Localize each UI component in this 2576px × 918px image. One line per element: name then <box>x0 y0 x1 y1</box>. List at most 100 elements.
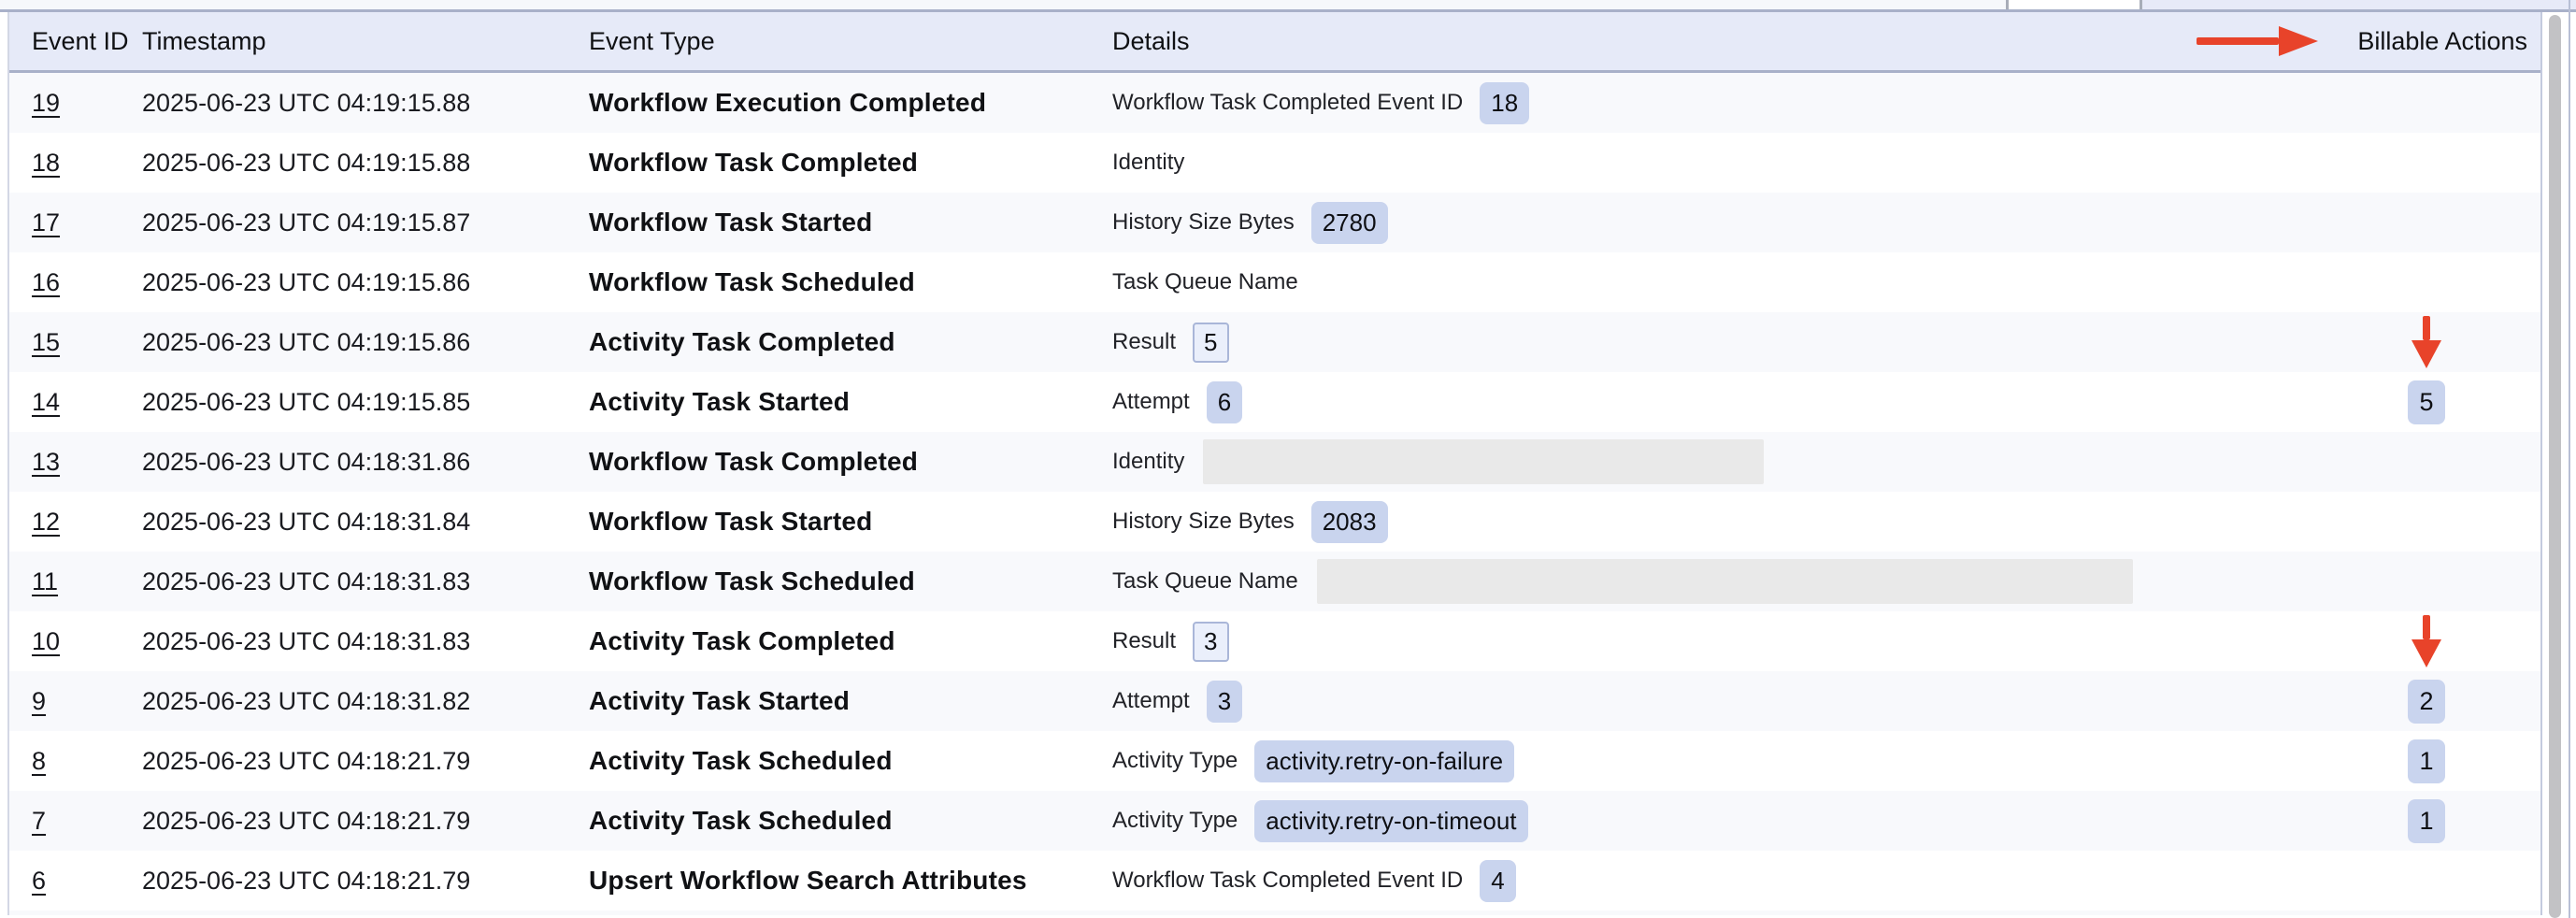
billable-count-badge: 5 <box>2408 380 2445 424</box>
detail-label: Result <box>1112 329 1176 355</box>
event-details: Workflow Task Completed Event ID 4 <box>1112 860 2312 902</box>
annotation-arrow-down-icon <box>2411 615 2441 667</box>
timestamp-text: 2025-06-23 UTC 04:18:21.79 <box>142 867 470 895</box>
event-details: Attempt 3 <box>1112 681 2312 723</box>
event-details: History Size Bytes 2083 <box>1112 501 2312 543</box>
header-event-id: Event ID <box>9 27 142 56</box>
annotation-arrow-right-icon <box>2197 12 2318 70</box>
table-row: 11 2025-06-23 UTC 04:18:31.83 Workflow T… <box>9 552 2540 611</box>
billable-actions-cell <box>2312 611 2540 671</box>
event-id-link[interactable]: 9 <box>32 687 46 715</box>
timestamp-text: 2025-06-23 UTC 04:18:31.83 <box>142 567 470 595</box>
table-row: 12 2025-06-23 UTC 04:18:31.84 Workflow T… <box>9 492 2540 552</box>
timestamp-text: 2025-06-23 UTC 04:19:15.87 <box>142 208 470 237</box>
event-type-text: Upsert Workflow Search Attributes <box>589 866 1027 895</box>
table-body: 19 2025-06-23 UTC 04:19:15.88 Workflow E… <box>9 73 2540 911</box>
detail-label: Result <box>1112 628 1176 654</box>
timestamp-text: 2025-06-23 UTC 04:18:31.82 <box>142 687 470 715</box>
billable-actions-cell <box>2312 133 2540 193</box>
detail-value-badge: 18 <box>1480 82 1529 124</box>
billable-actions-cell <box>2312 432 2540 492</box>
table-row: 10 2025-06-23 UTC 04:18:31.83 Activity T… <box>9 611 2540 671</box>
table-row: 15 2025-06-23 UTC 04:19:15.86 Activity T… <box>9 312 2540 372</box>
event-type-text: Workflow Task Scheduled <box>589 267 915 296</box>
event-id-link[interactable]: 19 <box>32 89 60 117</box>
event-details: Result 3 <box>1112 622 2312 662</box>
event-id-link[interactable]: 8 <box>32 747 46 775</box>
header-event-type: Event Type <box>589 27 1112 56</box>
strip-segment-left <box>0 0 2006 9</box>
event-id-link[interactable]: 14 <box>32 388 60 416</box>
header-billable-actions: Billable Actions <box>2312 12 2540 70</box>
event-details: Identity <box>1112 439 2312 484</box>
event-type-text: Activity Task Completed <box>589 626 895 655</box>
event-id-link[interactable]: 12 <box>32 508 60 536</box>
table-row: 13 2025-06-23 UTC 04:18:31.86 Workflow T… <box>9 432 2540 492</box>
detail-value-badge: activity.retry-on-failure <box>1254 740 1514 782</box>
event-id-link[interactable]: 18 <box>32 149 60 177</box>
redacted-value-block <box>1203 439 1764 484</box>
detail-value-badge: 5 <box>1193 323 1228 363</box>
detail-label: Task Queue Name <box>1112 568 1298 595</box>
billable-actions-cell <box>2312 851 2540 911</box>
event-details: Result 5 <box>1112 323 2312 363</box>
timestamp-text: 2025-06-23 UTC 04:18:31.83 <box>142 627 470 655</box>
event-type-text: Workflow Execution Completed <box>589 88 986 117</box>
event-id-link[interactable]: 17 <box>32 208 60 237</box>
table-row: 9 2025-06-23 UTC 04:18:31.82 Activity Ta… <box>9 671 2540 731</box>
window-right-edge <box>2569 0 2570 918</box>
table-row: 19 2025-06-23 UTC 04:19:15.88 Workflow E… <box>9 73 2540 133</box>
detail-value-badge: 3 <box>1193 622 1228 662</box>
event-type-text: Workflow Task Scheduled <box>589 567 915 595</box>
event-id-link[interactable]: 7 <box>32 807 46 835</box>
timestamp-text: 2025-06-23 UTC 04:19:15.88 <box>142 89 470 117</box>
billable-actions-cell <box>2312 73 2540 133</box>
detail-value-badge: activity.retry-on-timeout <box>1254 800 1527 842</box>
redacted-value-block <box>1317 559 2133 604</box>
timestamp-text: 2025-06-23 UTC 04:18:21.79 <box>142 807 470 835</box>
detail-label: Attempt <box>1112 688 1190 714</box>
event-details: History Size Bytes 2780 <box>1112 202 2312 244</box>
event-details: Attempt 6 <box>1112 381 2312 423</box>
table-row: 6 2025-06-23 UTC 04:18:21.79 Upsert Work… <box>9 851 2540 911</box>
billable-actions-cell <box>2312 552 2540 611</box>
detail-value-badge: 2780 <box>1311 202 1388 244</box>
detail-label: Activity Type <box>1112 808 1238 834</box>
timestamp-text: 2025-06-23 UTC 04:19:15.86 <box>142 268 470 296</box>
detail-value-badge: 2083 <box>1311 501 1388 543</box>
vertical-scrollbar[interactable] <box>2549 15 2561 918</box>
billable-actions-cell <box>2312 193 2540 252</box>
event-id-link[interactable]: 11 <box>32 567 58 595</box>
detail-label: History Size Bytes <box>1112 509 1295 535</box>
table-row: 16 2025-06-23 UTC 04:19:15.86 Workflow T… <box>9 252 2540 312</box>
event-id-link[interactable]: 6 <box>32 867 46 895</box>
table-row: 14 2025-06-23 UTC 04:19:15.85 Activity T… <box>9 372 2540 432</box>
detail-label: Identity <box>1112 449 1184 475</box>
billable-actions-cell <box>2312 492 2540 552</box>
detail-value-badge: 4 <box>1480 860 1515 902</box>
detail-label: Attempt <box>1112 389 1190 415</box>
event-details: Identity <box>1112 150 2312 176</box>
event-id-link[interactable]: 13 <box>32 448 60 476</box>
clipped-toolbar-strip <box>0 0 2576 12</box>
event-details: Activity Type activity.retry-on-failure <box>1112 740 2312 782</box>
table-row: 8 2025-06-23 UTC 04:18:21.79 Activity Ta… <box>9 731 2540 791</box>
billable-count-badge: 2 <box>2408 680 2445 724</box>
event-id-link[interactable]: 16 <box>32 268 60 296</box>
event-type-text: Workflow Task Started <box>589 507 872 536</box>
header-timestamp: Timestamp <box>142 27 589 56</box>
next-row-sliver <box>9 911 2540 915</box>
detail-label: Workflow Task Completed Event ID <box>1112 90 1463 116</box>
event-type-text: Activity Task Started <box>589 387 850 416</box>
billable-count-badge: 1 <box>2408 799 2445 843</box>
table-row: 7 2025-06-23 UTC 04:18:21.79 Activity Ta… <box>9 791 2540 851</box>
event-type-text: Activity Task Completed <box>589 327 895 356</box>
billable-actions-cell <box>2312 312 2540 372</box>
billable-actions-cell: 1 <box>2312 791 2540 851</box>
timestamp-text: 2025-06-23 UTC 04:19:15.85 <box>142 388 470 416</box>
table-row: 17 2025-06-23 UTC 04:19:15.87 Workflow T… <box>9 193 2540 252</box>
event-id-link[interactable]: 10 <box>32 627 60 655</box>
billable-actions-cell: 5 <box>2312 372 2540 432</box>
event-type-text: Activity Task Scheduled <box>589 746 893 775</box>
event-id-link[interactable]: 15 <box>32 328 60 356</box>
